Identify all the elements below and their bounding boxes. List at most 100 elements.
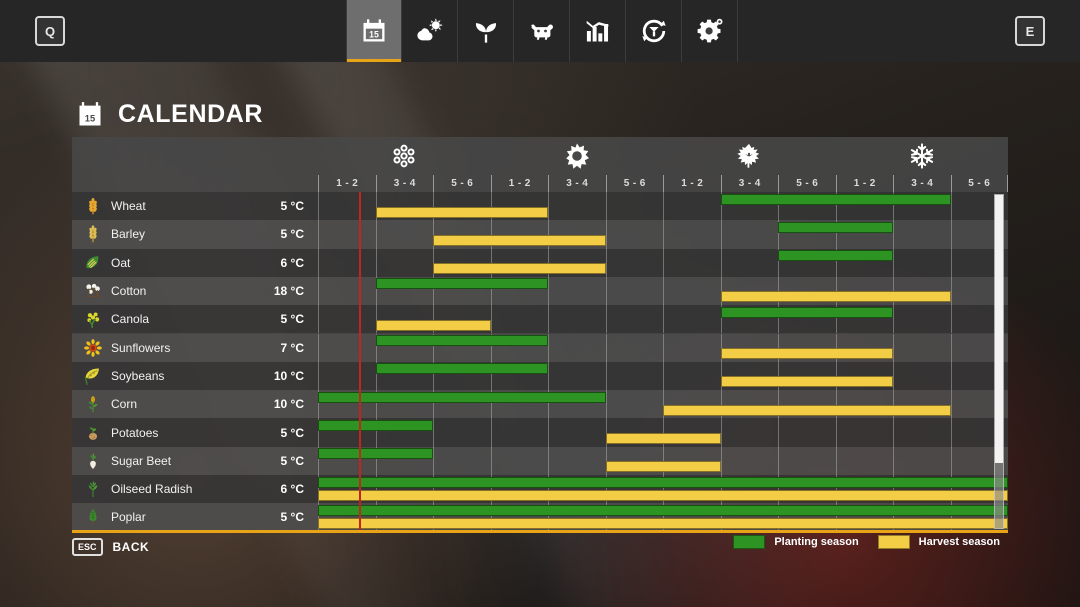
grid-line	[720, 418, 722, 447]
grid-line	[548, 361, 549, 391]
grid-line	[835, 446, 837, 475]
planting-legend-label: Planting season	[774, 536, 859, 548]
corn-icon	[84, 395, 102, 413]
grid-line	[605, 333, 607, 362]
crop-name: Oilseed Radish	[111, 482, 193, 497]
planting-season-bar	[318, 419, 433, 431]
grid-line	[548, 192, 549, 221]
grid-line	[433, 446, 434, 475]
table-row[interactable]: Oilseed Radish 6 °C	[72, 475, 1008, 504]
grid-line	[663, 192, 664, 221]
grid-line	[548, 333, 549, 362]
statistics-icon	[584, 17, 612, 45]
grid-line	[605, 248, 607, 277]
table-row[interactable]: Potatoes 5 °C	[72, 418, 1008, 447]
period-label: 1 - 2	[663, 175, 721, 192]
harvest-legend-swatch	[877, 535, 910, 549]
crop-season-bars	[318, 475, 1008, 504]
grid-line	[720, 220, 722, 249]
oat-icon	[84, 254, 102, 272]
potato-icon	[84, 424, 102, 442]
table-row[interactable]: Sugar Beet 5 °C	[72, 446, 1008, 475]
grid-line	[950, 248, 952, 277]
prev-page-key[interactable]: Q	[35, 16, 65, 46]
grid-line	[950, 333, 952, 362]
sun-icon	[563, 142, 591, 170]
chart-legend: Planting season Harvest season	[733, 535, 1010, 549]
next-page-key[interactable]: E	[1015, 16, 1045, 46]
grid-line	[663, 333, 664, 362]
season-header-row	[72, 137, 1008, 175]
grid-line	[605, 276, 607, 306]
grid-line	[720, 248, 722, 277]
crop-season-bars	[318, 276, 1008, 306]
crop-name: Potatoes	[111, 425, 159, 440]
grid-line	[433, 418, 434, 447]
tab-animals[interactable]	[514, 0, 570, 62]
harvest-season-bar	[720, 376, 893, 388]
crop-name: Soybeans	[111, 368, 165, 383]
grid-line	[318, 248, 319, 277]
tab-settings[interactable]	[682, 0, 738, 62]
grid-line	[490, 305, 492, 334]
crop-season-bars	[318, 503, 1008, 531]
harvest-season-bar	[720, 348, 893, 359]
grid-line	[318, 192, 319, 221]
crop-min-temperature: 10 °C	[273, 397, 304, 412]
poplar-icon	[84, 508, 102, 526]
barley-icon	[84, 225, 102, 243]
crop-season-bars	[318, 390, 1008, 419]
planting-season-bar	[778, 250, 893, 262]
harvest-legend-label: Harvest season	[918, 536, 1000, 548]
table-row[interactable]: Corn 10 °C	[72, 390, 1008, 419]
tab-prices[interactable]	[570, 0, 626, 62]
grid-line	[893, 361, 894, 391]
crop-season-bars	[318, 446, 1008, 475]
crop-min-temperature: 18 °C	[273, 284, 304, 299]
crop-season-bars	[318, 220, 1008, 249]
grid-line	[605, 361, 607, 391]
tab-production[interactable]	[626, 0, 682, 62]
crop-row-label: Sugar Beet 5 °C	[72, 447, 318, 475]
grid-line	[375, 248, 377, 277]
crop-row-label: Cotton 18 °C	[72, 277, 318, 305]
crop-calendar-grid: Wheat 5 °C Barley 5 °C Oat 6 °C Cotton 18 °C Can…	[72, 192, 1008, 531]
grid-line	[663, 276, 664, 306]
grid-line	[720, 446, 722, 475]
grid-line	[318, 305, 319, 334]
table-row[interactable]: Soybeans 10 °C	[72, 361, 1008, 391]
svg-text:15: 15	[369, 30, 379, 40]
table-row[interactable]: Cotton 18 °C	[72, 276, 1008, 306]
radish-icon	[84, 480, 102, 498]
period-label: 3 - 4	[375, 175, 434, 192]
table-row[interactable]: Canola 5 °C	[72, 305, 1008, 334]
period-label: 3 - 4	[893, 175, 951, 192]
harvest-season-bar	[605, 461, 721, 473]
back-button[interactable]: ESC BACK	[72, 538, 149, 556]
scrollbar-thumb[interactable]	[995, 195, 1003, 463]
grid-line	[778, 446, 779, 475]
tab-weather[interactable]	[402, 0, 458, 62]
crop-season-bars	[318, 192, 1008, 221]
vertical-scrollbar[interactable]	[994, 194, 1004, 529]
grid-line	[950, 305, 952, 334]
table-row[interactable]: Sunflowers 7 °C	[72, 333, 1008, 362]
grid-line	[893, 333, 894, 362]
grid-line	[950, 390, 952, 419]
grid-line	[950, 276, 952, 306]
table-row[interactable]: Barley 5 °C	[72, 220, 1008, 249]
page-header: 15 CALENDAR	[76, 100, 263, 129]
planting-season-bar	[318, 448, 433, 460]
tab-crops[interactable]	[458, 0, 514, 62]
table-row[interactable]: Poplar 5 °C	[72, 503, 1008, 531]
grid-line	[318, 333, 319, 362]
table-row[interactable]: Wheat 5 °C	[72, 192, 1008, 221]
planting-season-bar	[318, 476, 1008, 488]
grid-line	[893, 220, 894, 249]
table-row[interactable]: Oat 6 °C	[72, 248, 1008, 277]
tab-calendar[interactable]: 15	[346, 0, 402, 62]
period-label: 1 - 2	[490, 175, 549, 192]
crop-row-label: Corn 10 °C	[72, 390, 318, 418]
crop-season-bars	[318, 361, 1008, 391]
crop-min-temperature: 6 °C	[280, 255, 304, 270]
